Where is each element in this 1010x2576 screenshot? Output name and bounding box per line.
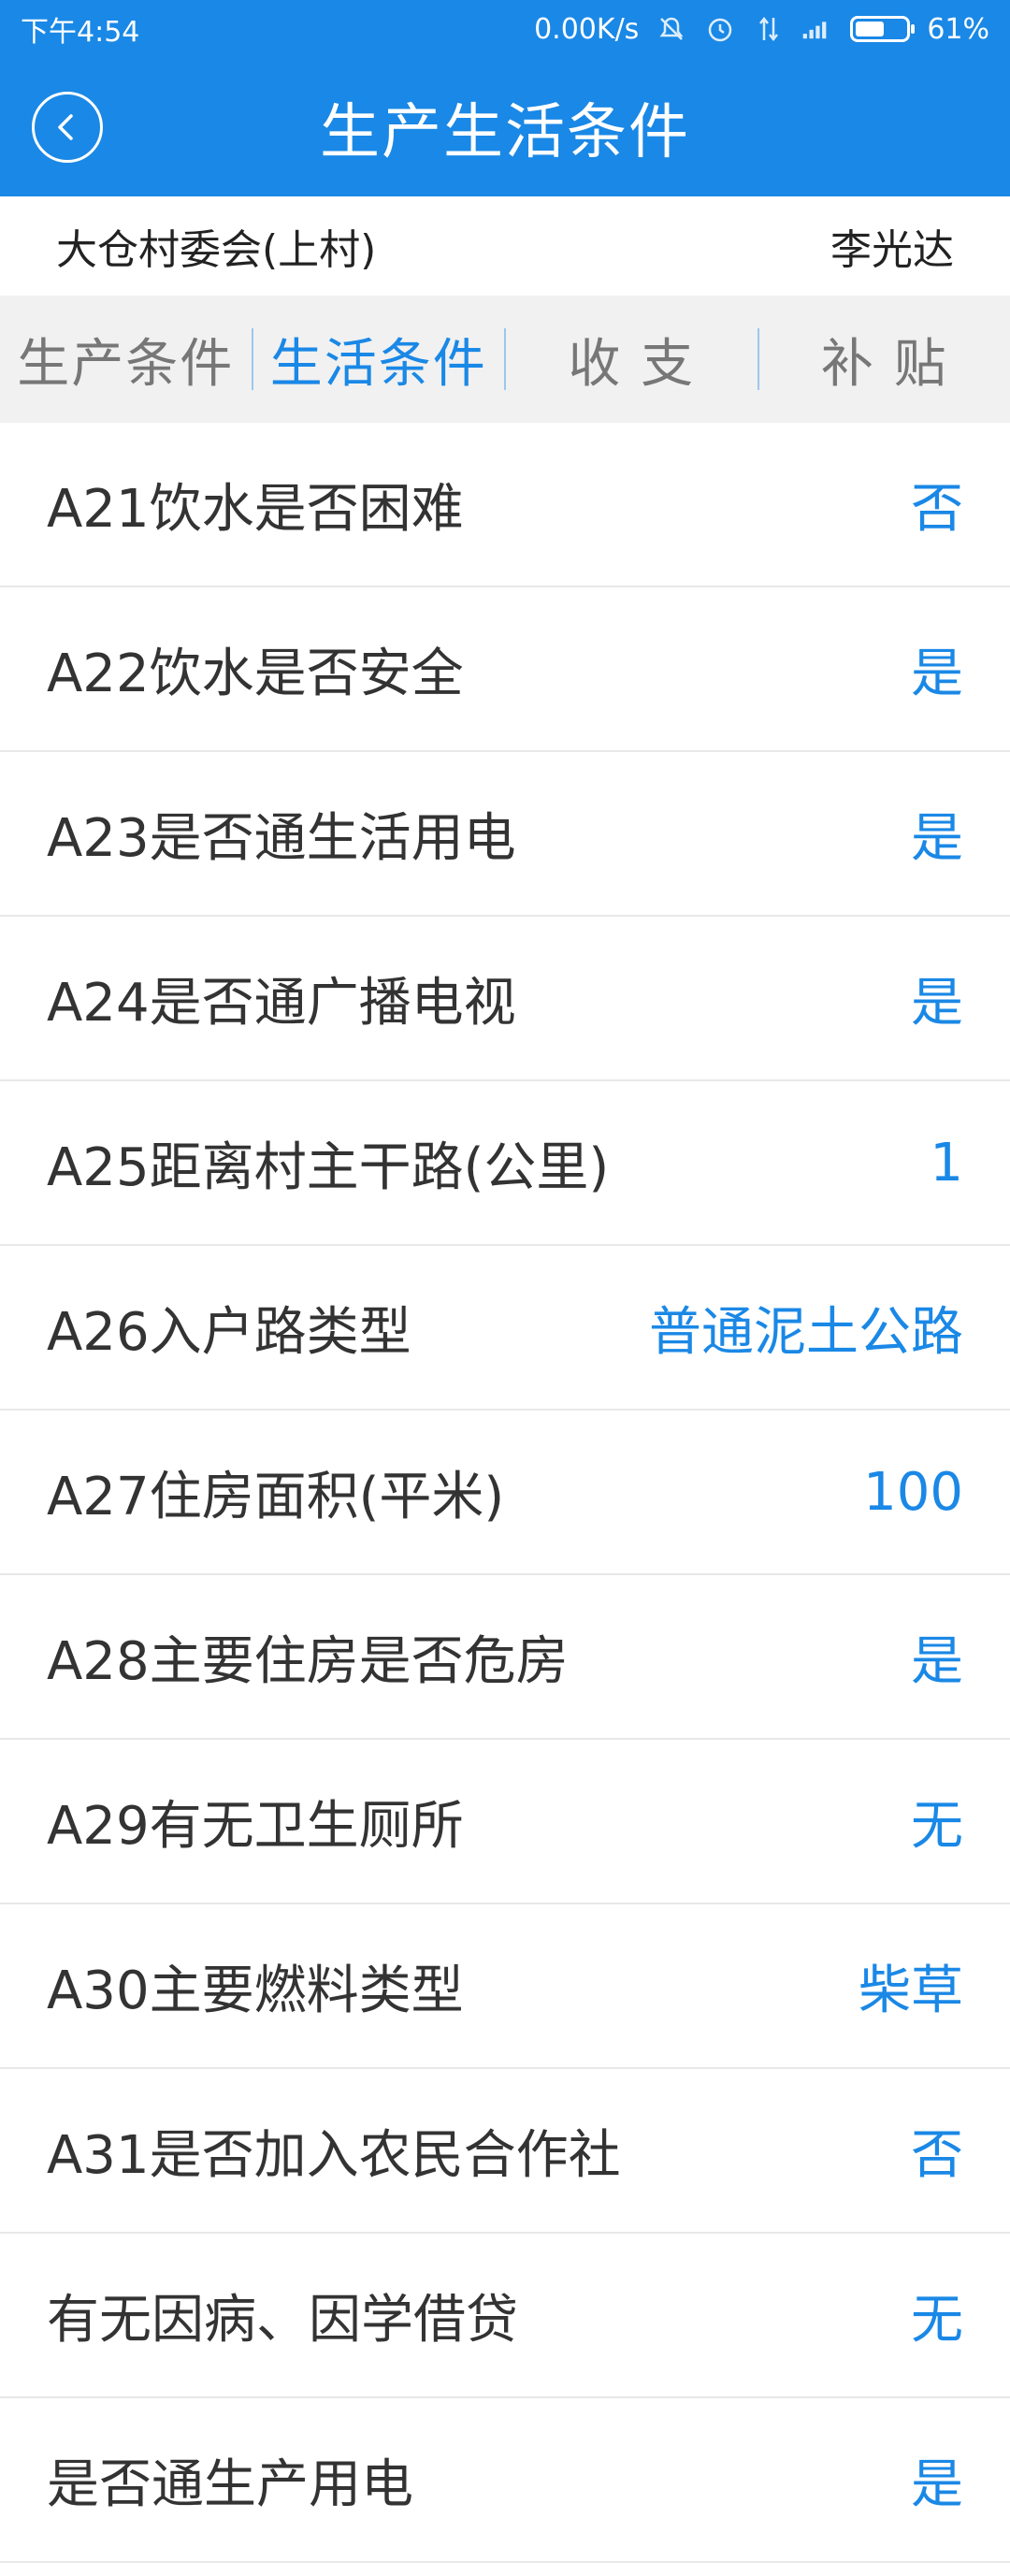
status-bar: 下午4:54 0.00K/s 61%	[0, 0, 1010, 58]
list-item[interactable]: 是否通生产用电 是	[0, 2398, 1010, 2563]
item-label: 是否通生产用电	[47, 2453, 413, 2515]
item-value: 1	[930, 1132, 963, 1194]
list-item[interactable]: A31是否加入农民合作社 否	[0, 2069, 1010, 2234]
item-value: 柴草	[858, 1960, 963, 2021]
organization-name: 大仓村委会(上村)	[56, 226, 377, 274]
signal-icon	[801, 13, 833, 45]
back-icon	[58, 114, 73, 140]
tab-income-expenses[interactable]: 收 支	[506, 322, 758, 398]
list-item[interactable]: 有无因病、因学借贷 无	[0, 2234, 1010, 2398]
list-item[interactable]: A24是否通广播电视 是	[0, 917, 1010, 1081]
item-label: A21饮水是否困难	[47, 478, 464, 540]
item-label: A24是否通广播电视	[47, 972, 516, 1034]
battery-icon	[850, 16, 916, 42]
item-label: A28主要住房是否危房	[47, 1630, 569, 1692]
list-item[interactable]: A28主要住房是否危房 是	[0, 1575, 1010, 1740]
list-item[interactable]: A21饮水是否困难 否	[0, 423, 1010, 587]
item-value: 无	[911, 2289, 963, 2351]
item-label: A25距离村主干路(公里)	[47, 1136, 610, 1198]
tab-bar: 生产条件 生活条件 收 支 补 贴	[0, 296, 1010, 423]
item-value: 是	[911, 807, 963, 869]
item-value: 是	[911, 1630, 963, 1692]
item-label: A26入户路类型	[47, 1301, 411, 1363]
list-item[interactable]: A30主要燃料类型 柴草	[0, 1904, 1010, 2069]
list-item[interactable]: A29有无卫生厕所 无	[0, 1740, 1010, 1904]
item-value: 普通泥土公路	[649, 1301, 963, 1363]
tab-production-conditions[interactable]: 生产条件	[0, 322, 252, 398]
item-value: 是	[911, 2453, 963, 2515]
item-label: A27住房面积(平米)	[47, 1466, 505, 1527]
list-item[interactable]: A22饮水是否安全 是	[0, 587, 1010, 752]
item-value: 无	[911, 1795, 963, 1857]
item-label: A30主要燃料类型	[47, 1960, 464, 2021]
item-value: 是	[911, 643, 963, 704]
list-item[interactable]: A26入户路类型 普通泥土公路	[0, 1246, 1010, 1411]
tab-subsidies[interactable]: 补 贴	[759, 322, 1010, 398]
conditions-list: A21饮水是否困难否 A22饮水是否安全是 A23是否通生活用电是 A24是否通…	[0, 423, 1010, 2563]
status-time: 下午4:54	[21, 16, 140, 49]
item-label: A31是否加入农民合作社	[47, 2124, 621, 2186]
tab-living-conditions[interactable]: 生活条件	[253, 322, 505, 398]
item-label: A29有无卫生厕所	[47, 1795, 464, 1857]
data-arrows-icon	[753, 13, 785, 45]
item-value: 否	[911, 478, 963, 540]
item-label: A23是否通生活用电	[47, 807, 516, 869]
page-title: 生产生活条件	[320, 98, 690, 167]
app-header: 生产生活条件	[0, 58, 1010, 196]
list-item[interactable]: A25距离村主干路(公里) 1	[0, 1081, 1010, 1246]
item-label: A22饮水是否安全	[47, 643, 464, 704]
list-item[interactable]: A27住房面积(平米) 100	[0, 1411, 1010, 1575]
network-speed: 0.00K/s	[534, 12, 640, 46]
battery-fill	[856, 22, 884, 36]
person-name: 李光达	[830, 226, 954, 274]
list-item[interactable]: A23是否通生活用电 是	[0, 752, 1010, 917]
item-value: 否	[911, 2124, 963, 2186]
item-value: 100	[863, 1461, 963, 1523]
item-label: 有无因病、因学借贷	[47, 2289, 518, 2351]
item-value: 是	[911, 972, 963, 1034]
back-button[interactable]	[32, 92, 103, 163]
battery-percent: 61%	[927, 12, 989, 46]
status-icons: 0.00K/s 61%	[534, 13, 989, 46]
mute-icon	[656, 13, 687, 45]
household-info: 大仓村委会(上村) 李光达	[0, 196, 1010, 296]
alarm-icon	[704, 13, 736, 45]
